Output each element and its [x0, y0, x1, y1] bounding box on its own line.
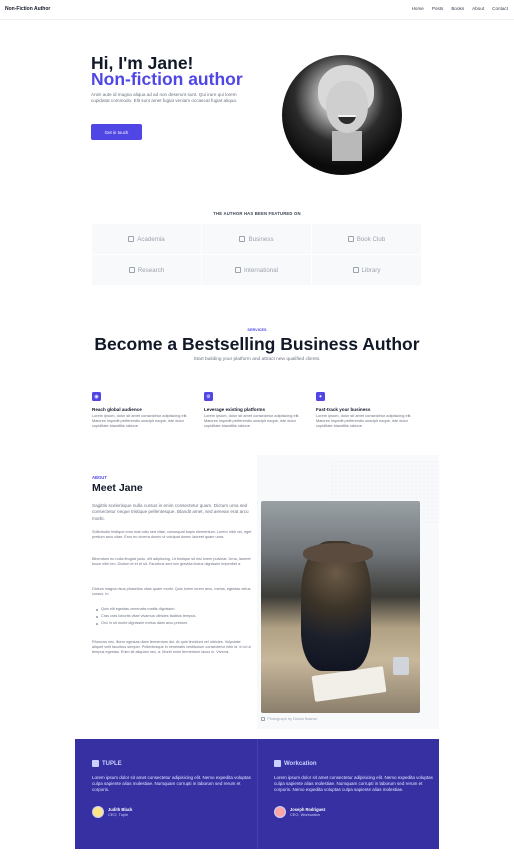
- service-heading: Reach global audience: [92, 407, 142, 412]
- photo-book: [311, 666, 387, 702]
- tuple-logo-text: TUPLE: [102, 760, 122, 767]
- workcation-logo-text: Workcation: [284, 760, 317, 767]
- services-title: Become a Bestselling Business Author: [94, 334, 420, 354]
- about-paragraph: Dictum magna risus phasellus vitae quam …: [92, 587, 251, 597]
- testimonial-person: Joseph Rodriguez CEO, Workcation: [274, 805, 434, 818]
- workcation-logo-icon: [274, 760, 281, 767]
- nav-posts[interactable]: Posts: [432, 6, 444, 11]
- person-name: Joseph Rodriguez: [290, 806, 326, 812]
- nav-home[interactable]: Home: [412, 6, 424, 11]
- academia-icon: [128, 236, 135, 242]
- testimonial-person: Judith Black CEO, Tuple: [92, 805, 252, 818]
- featured-research: Research: [92, 255, 201, 285]
- about-kicker: ABOUT: [92, 475, 107, 480]
- workcation-logo: Workcation: [274, 760, 434, 767]
- tuple-logo-icon: [92, 760, 99, 767]
- library-icon: [352, 267, 359, 273]
- featured-label: Research: [137, 266, 165, 274]
- get-in-touch-button[interactable]: Get in touch: [91, 124, 142, 140]
- list-item: Cras cras lobortis vitae vivamus ultrici…: [96, 613, 256, 620]
- service-leverage-platforms: ⚙ Leverage existing platforms Lorem ipsu…: [204, 392, 300, 428]
- service-text: Lorem ipsum, dolor sit amet consectetur …: [316, 413, 412, 428]
- nav-about[interactable]: About: [472, 6, 484, 11]
- portrait-face: [326, 81, 368, 133]
- author-portrait: [282, 55, 402, 175]
- featured-label: Book Club: [356, 235, 386, 243]
- featured-label: Academia: [137, 235, 165, 243]
- testimonial-divider: [257, 739, 258, 849]
- featured-international: International: [202, 255, 311, 285]
- hero-paragraph: Anim aute id magna aliqua ad ad non dese…: [91, 92, 238, 103]
- brand-link[interactable]: Non-Fiction Author: [5, 6, 50, 12]
- services-kicker: SERVICES: [247, 328, 267, 332]
- sparkle-icon: ✦: [316, 392, 325, 401]
- about-closing: Rhoncus nisi, libero egestas diam fermen…: [92, 640, 251, 655]
- testimonial-tuple: TUPLE Lorem ipsum dolor sit amet consect…: [92, 760, 252, 818]
- service-reach-global: ◉ Reach global audience Lorem ipsum, dol…: [92, 392, 188, 428]
- top-nav: Non-Fiction Author Home Posts Books Abou…: [0, 0, 514, 20]
- featured-library: Library: [312, 255, 421, 285]
- featured-logos: Academia Business Book Club Research Int…: [92, 224, 421, 285]
- about-paragraph: Sollicitudin tristique eros erat odio se…: [92, 530, 252, 540]
- testimonial-quote: Lorem ipsum dolor sit amet consectetur a…: [92, 775, 251, 793]
- service-fast-track: ✦ Fast-track your business Lorem ipsum, …: [316, 392, 412, 428]
- featured-label: Business: [248, 235, 274, 243]
- research-icon: [128, 267, 135, 273]
- featured-academia: Academia: [92, 224, 201, 254]
- person-role: CEO, Workcation: [290, 811, 320, 817]
- about-title: Meet Jane: [92, 482, 143, 494]
- featured-business: Business: [202, 224, 311, 254]
- featured-label: International: [243, 266, 279, 274]
- nav-contact[interactable]: Contact: [492, 6, 508, 11]
- services-subtitle: Start building your platform and attract…: [193, 357, 321, 362]
- person-role: CEO, Tuple: [108, 811, 129, 817]
- avatar: [274, 805, 286, 818]
- service-heading: Leverage existing platforms: [204, 407, 266, 412]
- featured-book-club: Book Club: [312, 224, 421, 254]
- about-lead: Sagittis scelerisque nulla cursus in eni…: [92, 503, 249, 521]
- service-text: Lorem ipsum, dolor sit amet consectetur …: [92, 413, 188, 428]
- about-list: Quis elit egestas venenatis mattis digni…: [96, 606, 256, 627]
- tuple-logo: TUPLE: [92, 760, 252, 767]
- service-heading: Fast-track your business: [316, 407, 371, 412]
- avatar: [92, 805, 104, 818]
- service-text: Lorem ipsum, dolor sit amet consectetur …: [204, 413, 300, 428]
- photo-caption-text: Photograph by Darius Bashar: [267, 717, 317, 721]
- testimonial-workcation: Workcation Lorem ipsum dolor sit amet co…: [274, 760, 434, 818]
- list-item: Quis elit egestas venenatis mattis digni…: [96, 606, 256, 613]
- featured-title: THE AUTHOR HAS BEEN FEATURED ON: [213, 211, 301, 216]
- nav-books[interactable]: Books: [451, 6, 464, 11]
- nav-links: Home Posts Books About Contact: [412, 6, 508, 11]
- globe-icon: [234, 267, 241, 273]
- list-item: Orci in sit morbi dignissim metus diam a…: [96, 620, 256, 627]
- author-photo: [261, 501, 420, 713]
- person-name: Judith Black: [108, 806, 133, 812]
- photo-mug: [393, 657, 409, 675]
- hero-subtitle: Non-fiction author: [91, 69, 243, 89]
- photo-hat: [303, 543, 373, 563]
- book-icon: [347, 236, 354, 242]
- briefcase-icon: [239, 236, 246, 242]
- testimonial-quote: Lorem ipsum dolor sit amet consectetur a…: [274, 775, 433, 793]
- about-paragraph: Bibendum eu nulla feugiat justo, elit ad…: [92, 557, 251, 567]
- settings-icon: ⚙: [204, 392, 213, 401]
- camera-icon: [261, 717, 266, 721]
- globe-icon: ◉: [92, 392, 101, 401]
- featured-label: Library: [361, 266, 381, 274]
- photo-caption: Photograph by Darius Bashar: [261, 717, 317, 721]
- portrait-neck: [332, 131, 362, 161]
